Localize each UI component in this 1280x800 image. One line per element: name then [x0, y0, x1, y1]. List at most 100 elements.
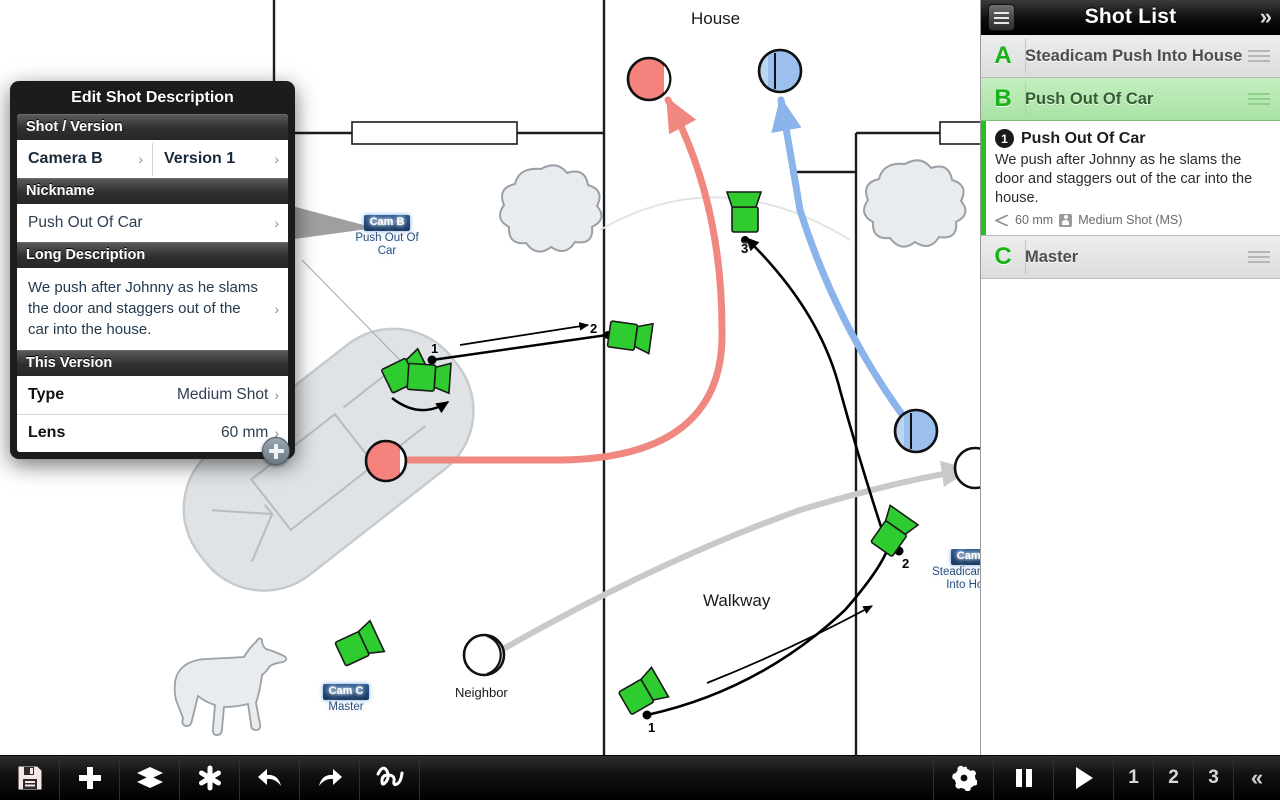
- cam-tag-a[interactable]: Cam A Steadicam Push Into House: [926, 549, 980, 592]
- actor-path-gray: [502, 460, 972, 651]
- group-header-shot-version: Shot / Version: [17, 114, 288, 140]
- camera-icon-a2[interactable]: [867, 504, 920, 558]
- undo-button[interactable]: [240, 756, 300, 800]
- actor-marker-red[interactable]: [364, 439, 408, 483]
- camera-icon-a1[interactable]: [616, 666, 670, 717]
- scribble-button[interactable]: [360, 756, 420, 800]
- actor-marker-blue[interactable]: [757, 48, 803, 94]
- add-button[interactable]: [262, 437, 290, 465]
- toolbar-spacer: [420, 756, 934, 800]
- plus-icon: [78, 767, 101, 789]
- pause-icon: [1015, 769, 1032, 787]
- effects-button[interactable]: [180, 756, 240, 800]
- camera-icon-a3[interactable]: [725, 191, 763, 233]
- detail-meta-row: 60 mm Medium Shot (MS): [995, 213, 1268, 227]
- version-field[interactable]: Version 1 ›: [152, 142, 288, 176]
- waypoint-b-1: 1: [431, 341, 439, 356]
- page-number-2[interactable]: 2: [1154, 756, 1194, 800]
- chevron-right-icon: ›: [274, 386, 279, 403]
- layers-icon: [136, 767, 163, 788]
- layers-button[interactable]: [120, 756, 180, 800]
- camera-icon-b2[interactable]: [606, 318, 654, 355]
- camera-field[interactable]: Camera B ›: [17, 143, 152, 176]
- page-number-1[interactable]: 1: [1114, 756, 1154, 800]
- drag-handle-icon[interactable]: [1246, 78, 1280, 120]
- cam-tag-c[interactable]: Cam C Master: [310, 684, 382, 714]
- shot-detail-panel[interactable]: 1 Push Out Of Car We push after Johnny a…: [981, 121, 1280, 236]
- undo-arrow-icon: [257, 769, 281, 786]
- double-chevron-right-icon[interactable]: »: [1260, 3, 1272, 31]
- gear-icon: [951, 765, 977, 791]
- nickname-value: Push Out Of Car: [28, 213, 143, 231]
- divider: [1025, 240, 1026, 274]
- long-description-field[interactable]: We push after Johnny as he slams the doo…: [17, 268, 288, 350]
- actor-marker-white[interactable]: [953, 446, 980, 490]
- play-button[interactable]: [1054, 756, 1114, 800]
- pause-button[interactable]: [994, 756, 1054, 800]
- drag-handle-icon[interactable]: [1246, 236, 1280, 278]
- divider: [1025, 39, 1026, 73]
- type-label: Type: [28, 385, 65, 403]
- page-number-3[interactable]: 3: [1194, 756, 1234, 800]
- divider: [1025, 82, 1026, 116]
- cam-tag-a-name: Steadicam Push Into House: [932, 566, 980, 591]
- type-value: Medium Shot: [177, 385, 269, 403]
- redo-arrow-icon: [318, 769, 342, 786]
- cam-tag-b[interactable]: Cam B Push Out Of Car: [345, 215, 429, 258]
- asterisk-icon: [198, 765, 221, 791]
- actor-marker-blue[interactable]: [893, 408, 939, 454]
- camera-value: Camera B: [28, 149, 103, 167]
- floppy-disk-icon: [18, 766, 41, 790]
- bottom-toolbar: 1 2 3 «: [0, 755, 1280, 800]
- waypoint-a-2: 2: [902, 556, 910, 571]
- tree-icon: [499, 164, 603, 253]
- actor-marker-red[interactable]: [626, 56, 672, 102]
- squiggle-icon: [376, 766, 403, 787]
- type-field[interactable]: Type Medium Shot ›: [17, 377, 288, 414]
- lens-field[interactable]: Lens 60 mm ›: [17, 415, 288, 452]
- detail-title: Push Out Of Car: [1021, 129, 1146, 147]
- version-value: Version 1: [164, 149, 236, 167]
- cam-tag-c-badge: Cam C: [322, 684, 370, 700]
- row-long-description[interactable]: We push after Johnny as he slams the doo…: [17, 268, 288, 350]
- detail-description: We push after Johnny as he slams the doo…: [995, 152, 1253, 206]
- shot-name: Master: [1025, 247, 1079, 266]
- detail-lens: 60 mm: [1015, 213, 1054, 227]
- shot-row-c[interactable]: C Master: [981, 236, 1280, 279]
- label-walkway: Walkway: [703, 591, 771, 610]
- label-neighbor: Neighbor: [455, 685, 508, 700]
- shot-row-a[interactable]: A Steadicam Push Into House: [981, 35, 1280, 78]
- shot-row-b[interactable]: B Push Out Of Car: [981, 78, 1280, 121]
- drag-handle-icon[interactable]: [1246, 35, 1280, 77]
- shot-letter: B: [994, 85, 1012, 112]
- selected-accent-bar: [981, 121, 986, 235]
- view-arc: [599, 196, 851, 241]
- detail-title-row: 1 Push Out Of Car: [995, 129, 1268, 148]
- add-button[interactable]: [60, 756, 120, 800]
- row-shot-version: Camera B › Version 1 ›: [17, 140, 288, 178]
- nickname-field[interactable]: Push Out Of Car ›: [17, 205, 288, 242]
- save-button[interactable]: [0, 756, 60, 800]
- dialog-title: Edit Shot Description: [71, 88, 234, 106]
- row-type[interactable]: Type Medium Shot ›: [17, 376, 288, 414]
- double-chevron-left-icon: «: [1250, 765, 1264, 790]
- settings-button[interactable]: [934, 756, 994, 800]
- edit-shot-dialog[interactable]: Edit Shot Description Shot / Version Cam…: [10, 81, 295, 465]
- group-header-this-version: This Version: [17, 350, 288, 376]
- tree-icon: [863, 159, 967, 248]
- dog-icon: [173, 637, 288, 736]
- row-nickname[interactable]: Push Out Of Car ›: [17, 204, 288, 242]
- detail-shot-type: Medium Shot (MS): [1078, 213, 1183, 227]
- camera-icon-c[interactable]: [333, 619, 386, 669]
- app-root: House Walkway Neighbor Cam B Push Out Of…: [0, 0, 1280, 800]
- lens-label: Lens: [28, 424, 66, 441]
- dialog-body: Shot / Version Camera B › Version 1 › Ni…: [17, 114, 288, 452]
- row-lens[interactable]: Lens 60 mm ›: [17, 414, 288, 452]
- hamburger-icon[interactable]: [988, 4, 1015, 31]
- collapse-panel-button[interactable]: «: [1234, 756, 1280, 800]
- camera-path-a: [642, 236, 904, 720]
- cam-tag-b-name: Push Out Of Car: [355, 232, 419, 257]
- shot-list-header: Shot List »: [981, 0, 1280, 35]
- redo-button[interactable]: [300, 756, 360, 800]
- actor-marker-neighbor[interactable]: [462, 633, 506, 677]
